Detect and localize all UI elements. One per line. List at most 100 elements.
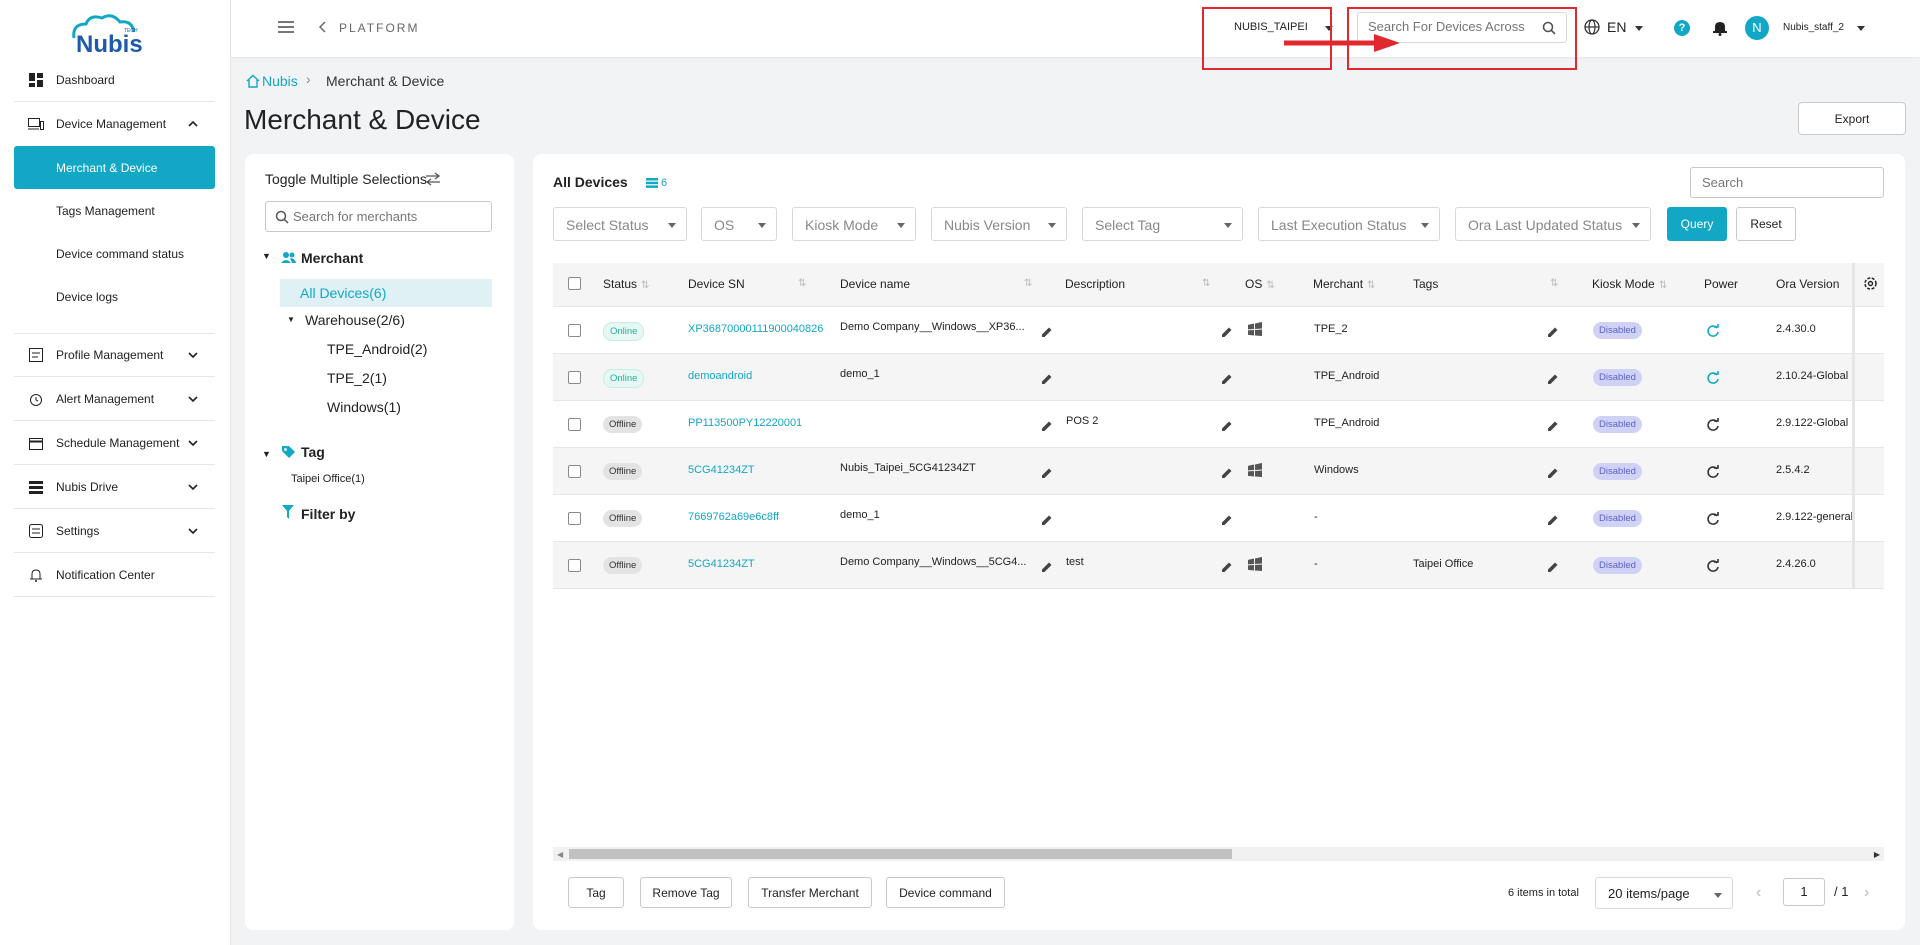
edit-tags-icon[interactable] (1547, 326, 1559, 338)
power-refresh-icon[interactable] (1706, 418, 1720, 432)
tree-item-warehouse[interactable]: Warehouse(2/6) (305, 312, 405, 328)
remove-tag-button[interactable]: Remove Tag (640, 877, 732, 908)
edit-description-icon[interactable] (1221, 326, 1233, 338)
page-input[interactable]: 1 (1783, 878, 1825, 906)
ora-last-updated-status-filter[interactable]: Ora Last Updated Status (1455, 207, 1651, 241)
tree-item-all-devices[interactable]: All Devices(6) (280, 279, 492, 307)
edit-tags-icon[interactable] (1547, 467, 1559, 479)
row-checkbox[interactable] (568, 465, 581, 478)
nav-device-logs[interactable]: Device logs (14, 275, 215, 318)
filter-by-heading[interactable]: Filter by (301, 506, 355, 522)
device-sn-link[interactable]: demoandroid (688, 370, 752, 382)
avatar[interactable]: N (1745, 16, 1769, 40)
power-refresh-icon[interactable] (1706, 324, 1720, 338)
horizontal-scrollbar[interactable]: ◀ ▶ (553, 847, 1884, 861)
bell-icon[interactable] (1713, 20, 1727, 36)
edit-name-icon[interactable] (1041, 326, 1053, 338)
edit-description-icon[interactable] (1221, 420, 1233, 432)
edit-tags-icon[interactable] (1547, 514, 1559, 526)
power-refresh-icon[interactable] (1706, 559, 1720, 573)
column-device-name[interactable]: Device name (840, 277, 910, 291)
os-filter[interactable]: OS (701, 207, 777, 241)
device-sn-link[interactable]: 5CG41234ZT (688, 558, 755, 570)
nav-settings[interactable]: Settings (14, 509, 215, 553)
edit-tags-icon[interactable] (1547, 373, 1559, 385)
next-page-icon[interactable]: › (1864, 884, 1869, 902)
table-row[interactable] (553, 354, 1884, 401)
transfer-merchant-button[interactable]: Transfer Merchant (748, 877, 872, 908)
power-refresh-icon[interactable] (1706, 371, 1720, 385)
row-checkbox[interactable] (568, 418, 581, 431)
column-status[interactable]: Status ⇅ (603, 277, 649, 291)
language-selector[interactable]: EN (1607, 19, 1626, 35)
caret-down-icon[interactable]: ▼ (262, 251, 271, 261)
power-refresh-icon[interactable] (1706, 512, 1720, 526)
column-kiosk-mode[interactable]: Kiosk Mode ⇅ (1592, 277, 1667, 291)
power-refresh-icon[interactable] (1706, 465, 1720, 479)
home-icon[interactable] (246, 74, 260, 88)
scroll-left-icon[interactable]: ◀ (557, 850, 563, 859)
tag-filter[interactable]: Select Tag (1082, 207, 1243, 241)
tag-button[interactable]: Tag (568, 877, 624, 908)
merchant-search-input[interactable] (293, 209, 483, 224)
column-device-sn[interactable]: Device SN (688, 277, 745, 291)
tree-item-tpe-2[interactable]: TPE_2(1) (327, 370, 387, 386)
status-filter[interactable]: Select Status (553, 207, 687, 241)
device-command-button[interactable]: Device command (886, 877, 1005, 908)
export-button[interactable]: Export (1798, 102, 1906, 135)
page-size-select[interactable]: 20 items/page (1595, 877, 1733, 909)
merchant-search-box[interactable] (265, 201, 492, 232)
device-sn-link[interactable]: XP36870000111900040826 (688, 323, 823, 335)
nav-device-command-status[interactable]: Device command status (14, 232, 215, 275)
nav-profile-management[interactable]: Profile Management (14, 333, 215, 377)
nubis-version-filter[interactable]: Nubis Version (931, 207, 1067, 241)
help-icon[interactable]: ? (1674, 20, 1690, 36)
kiosk-mode-filter[interactable]: Kiosk Mode (792, 207, 916, 241)
scrollbar-thumb[interactable] (569, 849, 1232, 859)
row-checkbox[interactable] (568, 371, 581, 384)
nav-merchant-device[interactable]: Merchant & Device (14, 146, 215, 189)
scroll-right-icon[interactable]: ▶ (1874, 850, 1880, 859)
edit-description-icon[interactable] (1221, 561, 1233, 573)
column-merchant[interactable]: Merchant ⇅ (1313, 277, 1375, 291)
column-os[interactable]: OS ⇅ (1245, 277, 1275, 291)
last-execution-status-filter[interactable]: Last Execution Status (1258, 207, 1440, 241)
query-button[interactable]: Query (1667, 207, 1727, 241)
nubis-logo[interactable]: Nubis TECH (68, 12, 148, 58)
column-settings-icon[interactable] (1863, 276, 1878, 291)
nav-dashboard[interactable]: Dashboard (14, 58, 215, 102)
device-sn-link[interactable]: PP113500PY12220001 (688, 417, 802, 429)
breadcrumb-home[interactable]: Nubis (262, 73, 298, 89)
tag-item-taipei-office[interactable]: Taipei Office(1) (291, 473, 365, 485)
globe-icon[interactable] (1584, 19, 1600, 35)
edit-name-icon[interactable] (1041, 561, 1053, 573)
menu-icon[interactable] (278, 20, 294, 37)
row-checkbox[interactable] (568, 559, 581, 572)
edit-name-icon[interactable] (1041, 514, 1053, 526)
nav-schedule-management[interactable]: Schedule Management (14, 421, 215, 465)
device-search-box[interactable] (1690, 167, 1884, 198)
row-checkbox[interactable] (568, 512, 581, 525)
tree-item-tpe-android[interactable]: TPE_Android(2) (327, 341, 427, 357)
edit-name-icon[interactable] (1041, 467, 1053, 479)
device-search-input[interactable] (1702, 175, 1872, 190)
row-checkbox[interactable] (568, 324, 581, 337)
edit-tags-icon[interactable] (1547, 420, 1559, 432)
nav-alert-management[interactable]: Alert Management (14, 377, 215, 421)
caret-down-icon[interactable]: ▼ (287, 315, 295, 324)
edit-tags-icon[interactable] (1547, 561, 1559, 573)
sort-icon[interactable]: ⇅ (798, 278, 806, 289)
caret-down-icon[interactable]: ▼ (262, 449, 271, 459)
reset-button[interactable]: Reset (1736, 207, 1796, 241)
select-all-checkbox[interactable] (568, 277, 581, 290)
tree-item-windows[interactable]: Windows(1) (327, 399, 401, 415)
device-sn-link[interactable]: 5CG41234ZT (688, 464, 755, 476)
nav-notification-center[interactable]: Notification Center (14, 553, 215, 597)
prev-page-icon[interactable]: ‹ (1756, 884, 1761, 902)
platform-label[interactable]: PLATFORM (339, 21, 419, 35)
edit-description-icon[interactable] (1221, 373, 1233, 385)
sort-icon[interactable]: ⇅ (1550, 278, 1558, 289)
edit-name-icon[interactable] (1041, 373, 1053, 385)
device-sn-link[interactable]: 7669762a69e6c8ff (688, 511, 779, 523)
nav-nubis-drive[interactable]: Nubis Drive (14, 465, 215, 509)
